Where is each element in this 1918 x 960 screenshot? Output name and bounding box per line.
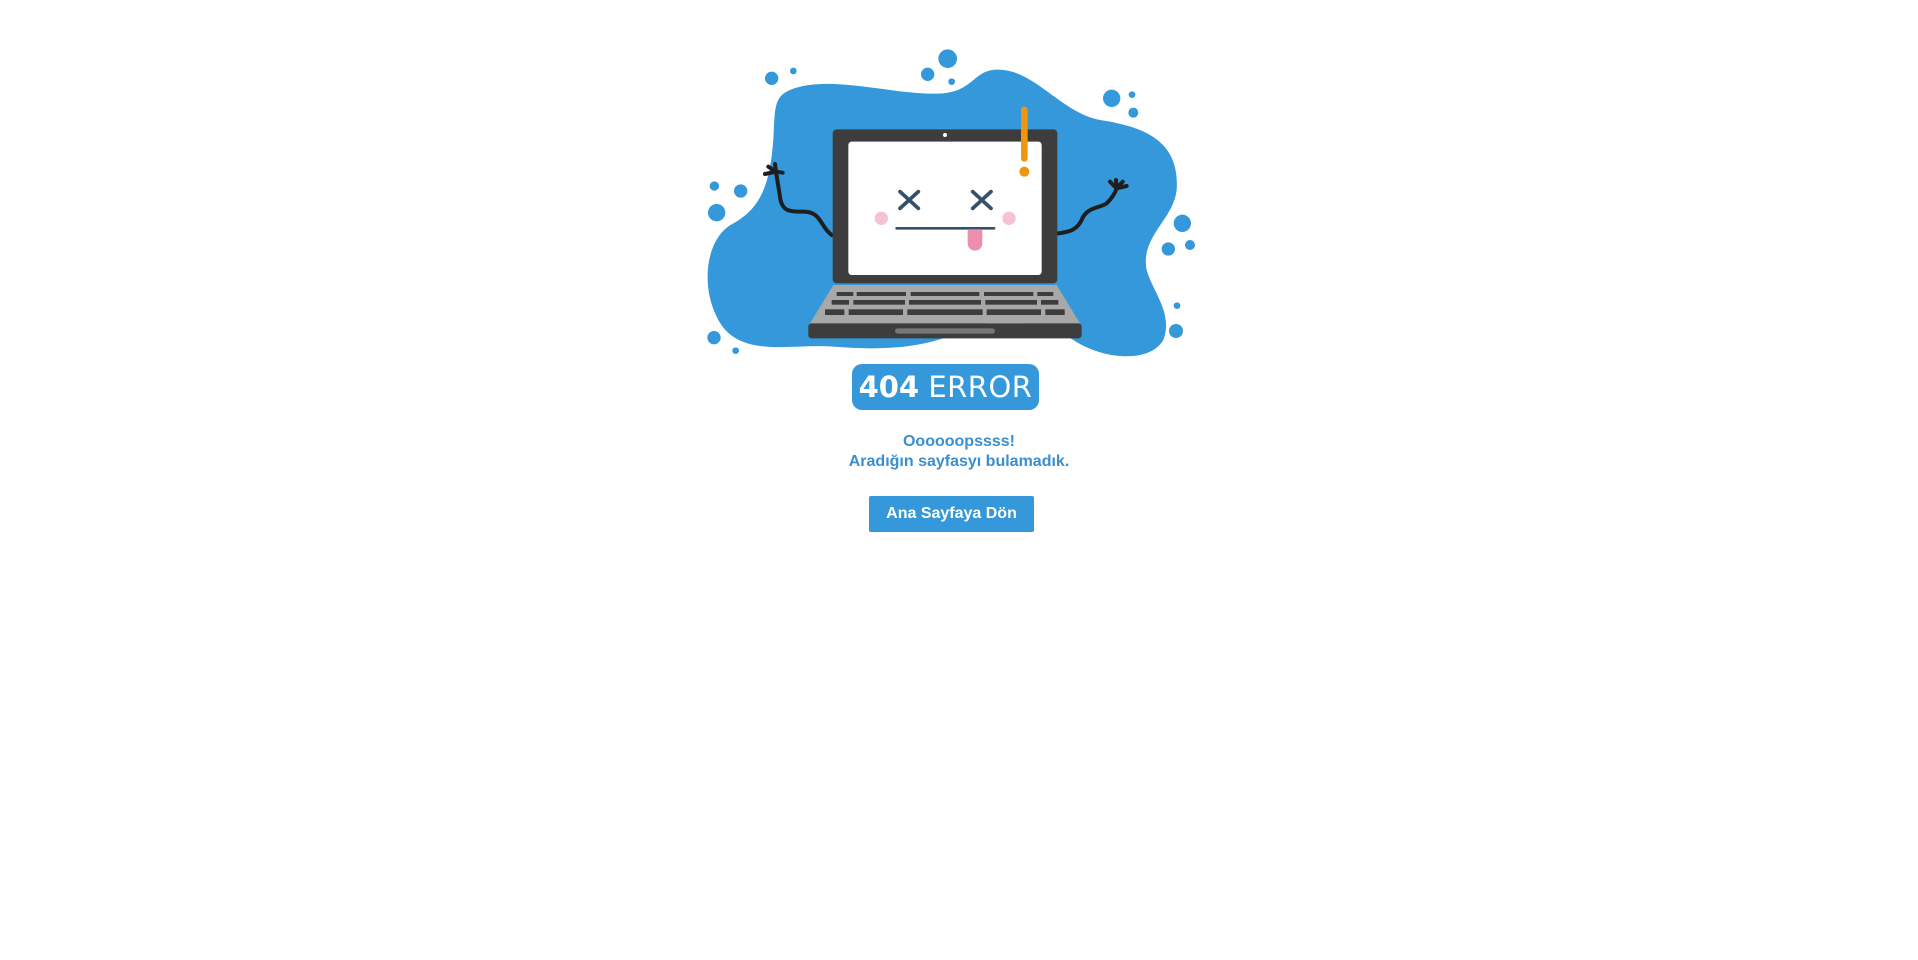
home-button[interactable]: Ana Sayfaya Dön — [869, 496, 1034, 532]
broken-laptop-illustration — [707, 49, 1195, 357]
error-badge: 404 ERROR — [852, 364, 1039, 410]
laptop-icon — [808, 129, 1082, 339]
error-message: Oooooopssss! Aradığın sayfasyı bulamadık… — [0, 432, 1918, 472]
error-code: 404 — [858, 370, 920, 404]
message-line-1: Oooooopssss! — [902, 433, 1015, 450]
error-word: ERROR — [928, 370, 1033, 404]
message-line-2: Aradığın sayfasyı bulamadık. — [848, 453, 1070, 470]
